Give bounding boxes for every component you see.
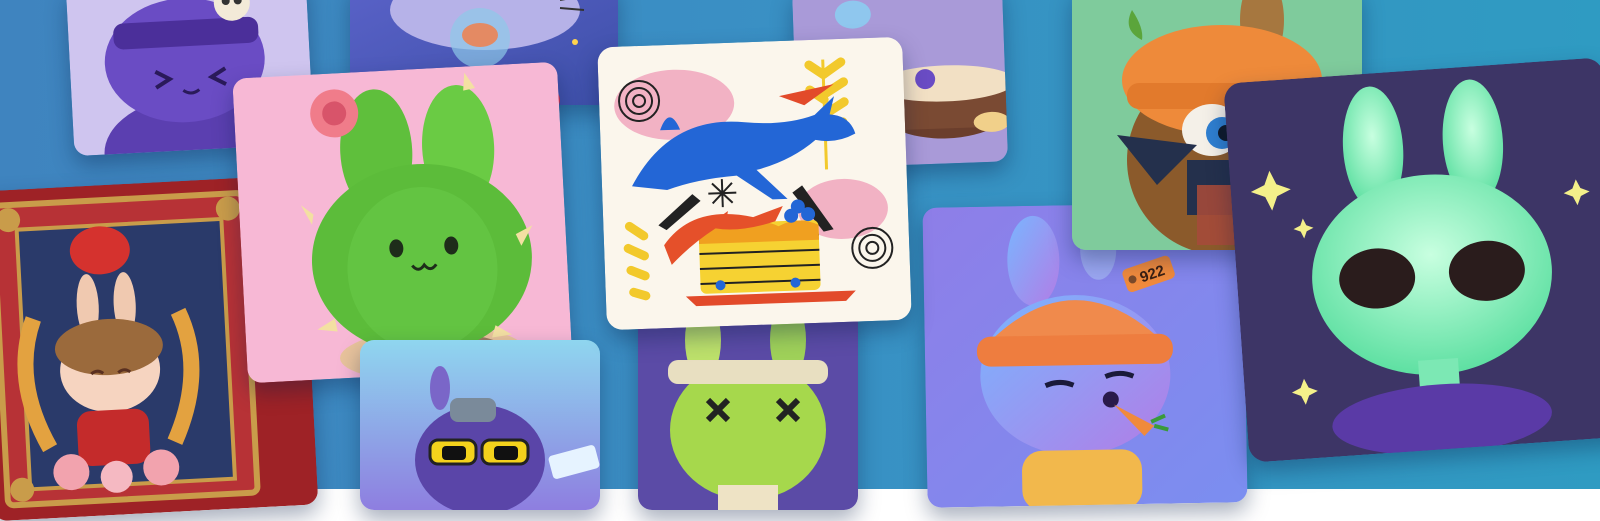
leaping-rabbits-pancake-icon [597,36,912,331]
glowing-alien-bunny-ufo-icon [1223,57,1600,463]
cactus-bunny-rose-icon [232,61,573,384]
alien-bunny-card [1223,57,1600,463]
cactus-bunny-card [232,61,573,384]
sunglasses-bunny-card [360,340,600,510]
cool-bunny-sunglasses-icon [360,340,600,510]
zombie-bunny-card [638,300,858,510]
rabbit-illustration-card [597,36,912,331]
stitched-zombie-bunny-icon [638,300,858,510]
